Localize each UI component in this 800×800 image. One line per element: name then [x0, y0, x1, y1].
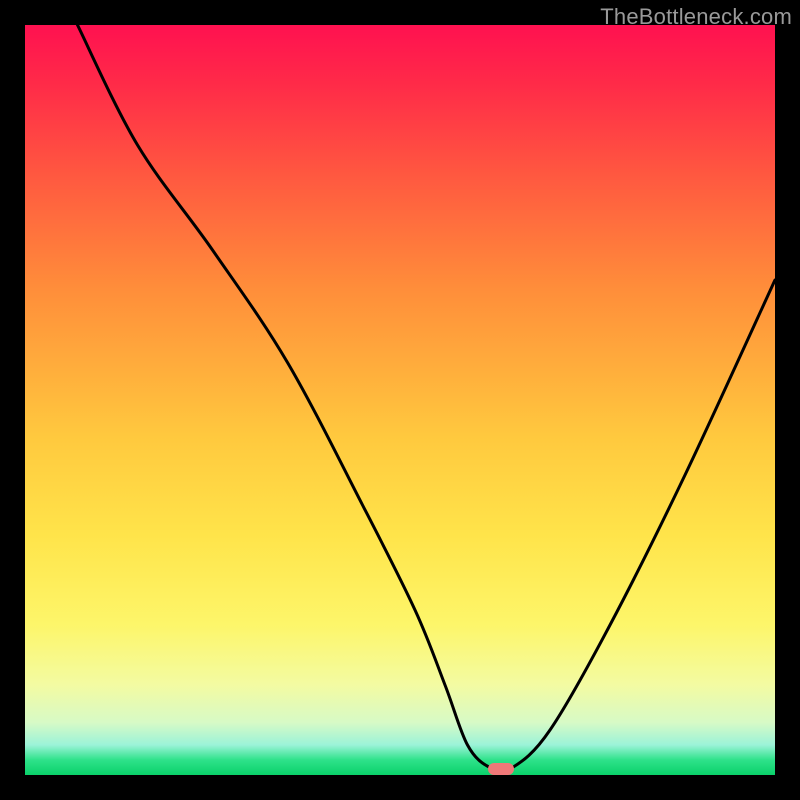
plot-area: [25, 25, 775, 775]
chart-container: TheBottleneck.com: [0, 0, 800, 800]
optimum-marker: [488, 763, 514, 775]
bottleneck-curve: [25, 25, 775, 775]
